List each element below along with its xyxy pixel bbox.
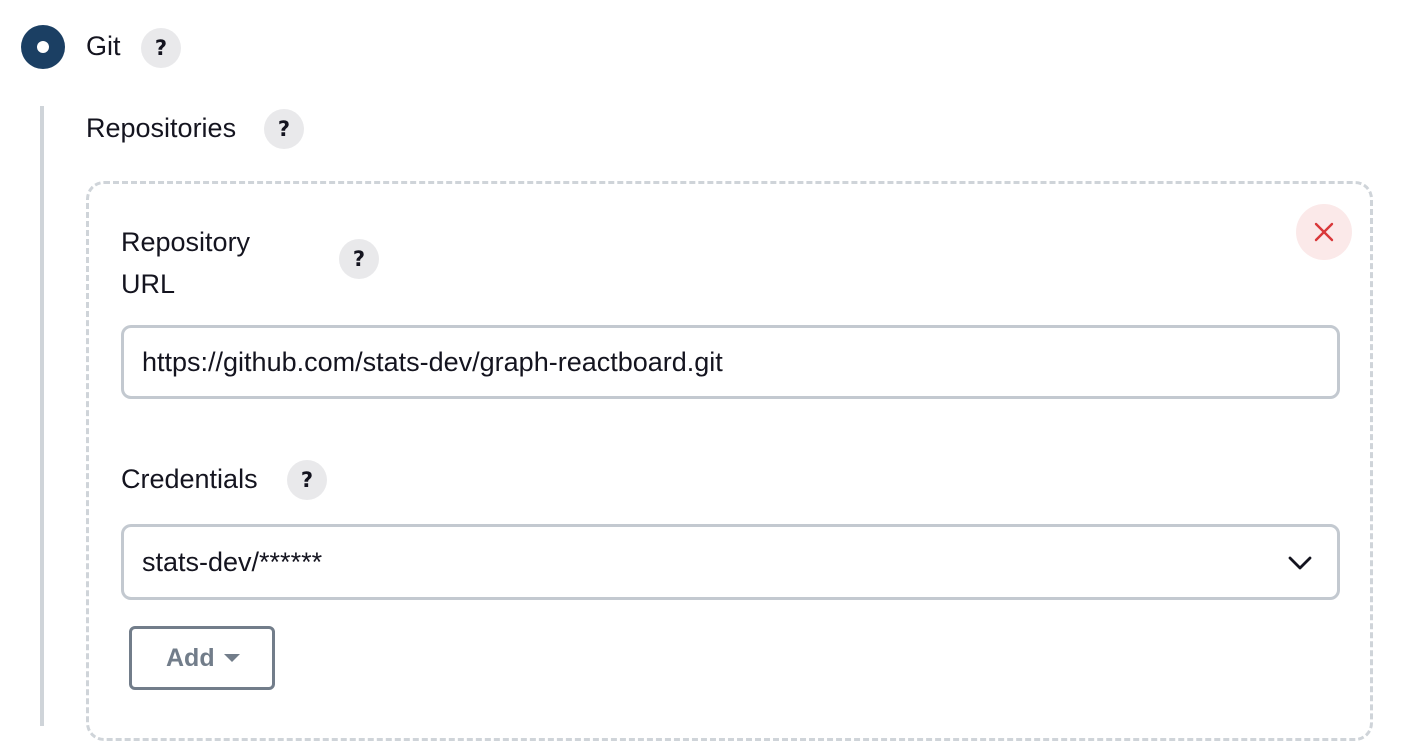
- add-button-label: Add: [166, 644, 215, 672]
- repository-url-label-line1: Repository: [121, 227, 251, 257]
- repository-url-label-line2: URL: [121, 269, 176, 299]
- repository-url-label: Repository URL: [121, 221, 321, 305]
- chevron-down-icon: [1288, 556, 1312, 570]
- credentials-label: Credentials: [121, 464, 258, 494]
- credentials-select[interactable]: stats-dev/******: [121, 524, 1340, 600]
- add-credentials-button[interactable]: Add: [129, 626, 275, 690]
- radio-selected-icon: [37, 41, 49, 53]
- close-icon: [1314, 222, 1334, 242]
- git-radio-button[interactable]: [21, 25, 65, 69]
- git-help-icon[interactable]: ?: [141, 28, 181, 68]
- repositories-label: Repositories: [86, 113, 237, 143]
- repository-url-help-icon[interactable]: ?: [339, 239, 379, 279]
- section-indent-line: [40, 106, 44, 726]
- git-option-label: Git: [86, 31, 121, 61]
- repositories-help-icon[interactable]: ?: [264, 109, 304, 149]
- credentials-selected-value: stats-dev/******: [142, 547, 323, 577]
- credentials-help-icon[interactable]: ?: [287, 460, 327, 500]
- caret-down-icon: [224, 654, 240, 662]
- repository-url-input[interactable]: [121, 325, 1340, 399]
- delete-repository-button[interactable]: [1296, 204, 1352, 260]
